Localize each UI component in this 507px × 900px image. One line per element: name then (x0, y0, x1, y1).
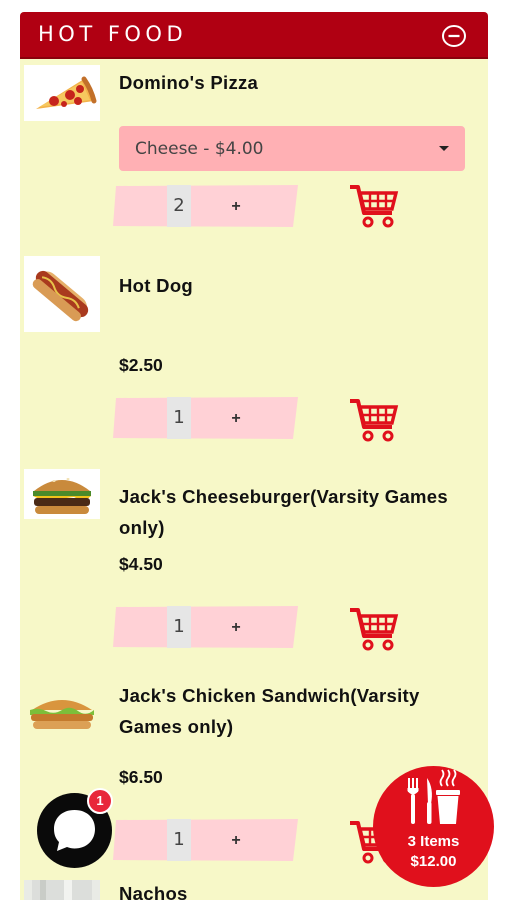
quantity-value[interactable]: 2 (167, 185, 191, 227)
cheeseburger-image (24, 469, 100, 519)
increment-button[interactable]: + (219, 606, 253, 648)
order-total: $12.00 (410, 853, 457, 870)
select-value: Cheese - $4.00 (135, 139, 264, 159)
chevron-down-icon (439, 146, 449, 151)
quantity-stepper[interactable]: 1 + (113, 397, 300, 439)
utensils-cup-icon (407, 769, 460, 824)
item-price: $6.50 (119, 767, 163, 787)
nachos-image (24, 880, 100, 900)
quantity-stepper[interactable]: 2 + (113, 185, 300, 227)
quantity-value[interactable]: 1 (167, 397, 191, 439)
increment-button[interactable]: + (219, 819, 253, 861)
notification-badge: 1 (87, 788, 113, 814)
quantity-stepper[interactable]: 1 + (113, 819, 300, 861)
quantity-stepper[interactable]: 1 + (113, 606, 300, 648)
size-select[interactable]: Cheese - $4.00 (119, 126, 465, 171)
shopping-cart-icon[interactable] (348, 181, 400, 231)
minus-circle-icon[interactable] (440, 24, 468, 48)
order-summary-button[interactable]: 3 Items $12.00 (373, 766, 494, 887)
pizza-slice-image (24, 65, 100, 121)
category-header[interactable]: HOT FOOD (20, 12, 488, 59)
increment-button[interactable]: + (219, 185, 253, 227)
item-name: Jack's Cheeseburger(Varsity Games only) (119, 486, 448, 538)
quantity-value[interactable]: 1 (167, 606, 191, 648)
chicken-sandwich-image (24, 690, 100, 734)
hot-dog-image (24, 256, 100, 332)
item-price: $2.50 (119, 355, 163, 375)
item-name: Jack's Chicken Sandwich(Varsity Games on… (119, 685, 420, 737)
item-name: Hot Dog (119, 275, 194, 296)
decrement-button[interactable] (115, 187, 159, 225)
item-price: $4.50 (119, 554, 163, 574)
quantity-value[interactable]: 1 (167, 819, 191, 861)
shopping-cart-icon[interactable] (348, 604, 400, 654)
category-title: HOT FOOD (38, 22, 188, 46)
shopping-cart-icon[interactable] (348, 395, 400, 445)
item-name: Domino's Pizza (119, 72, 259, 93)
decrement-button[interactable] (115, 399, 159, 437)
decrement-button[interactable] (115, 821, 159, 859)
decrement-button[interactable] (115, 608, 159, 646)
increment-button[interactable]: + (219, 397, 253, 439)
order-item-count: 3 Items (407, 833, 460, 850)
